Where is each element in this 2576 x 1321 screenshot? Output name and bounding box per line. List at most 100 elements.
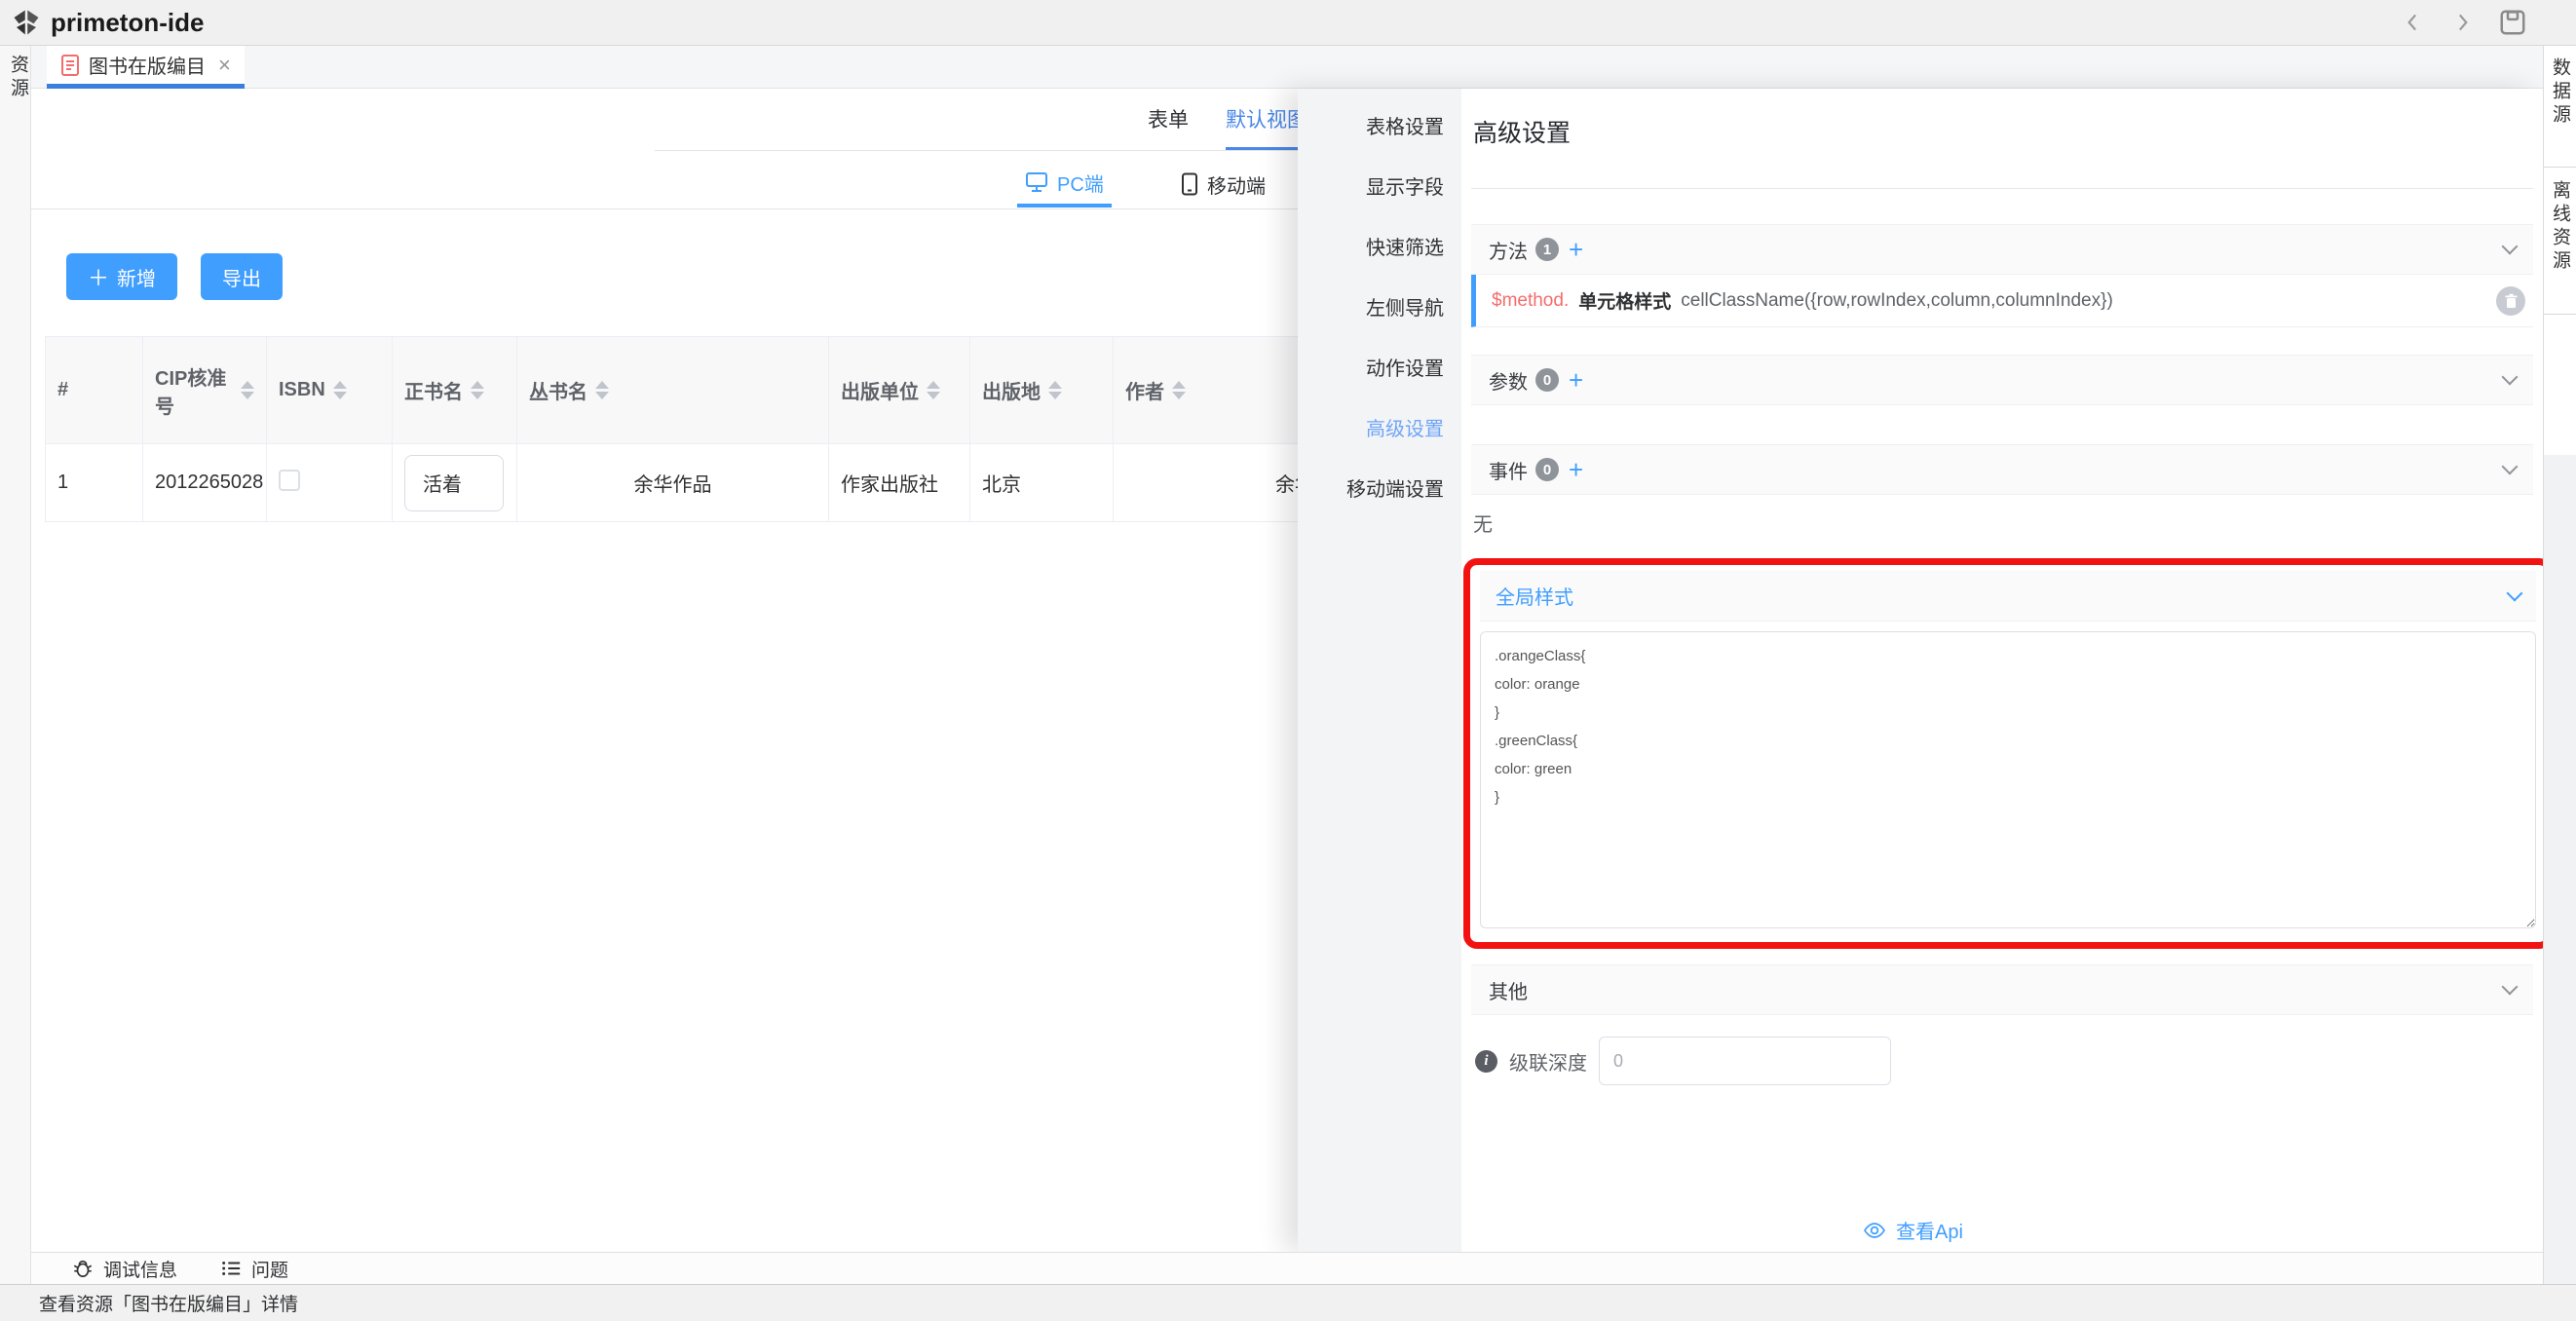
eye-icon	[1863, 1219, 1886, 1242]
sort-icon[interactable]	[241, 381, 254, 399]
app-title: primeton-ide	[51, 8, 204, 38]
isbn-checkbox[interactable]	[279, 470, 300, 491]
view-tabs: 表单 默认视图	[1148, 104, 1307, 150]
tab-book-catalog[interactable]: 图书在版编目 ×	[47, 46, 245, 89]
cell-place: 北京	[970, 444, 1114, 522]
list-icon	[220, 1258, 242, 1279]
add-param-icon[interactable]: +	[1569, 367, 1583, 393]
sort-icon[interactable]	[1172, 381, 1186, 399]
sort-icon[interactable]	[927, 381, 940, 399]
column-header-series[interactable]: 丛书名	[517, 337, 829, 444]
tab-mobile[interactable]: 移动端	[1173, 161, 1273, 208]
highlight-annotation-box: 全局样式 .orangeClass{ color: orange } .gree…	[1463, 558, 2553, 949]
column-header-cip[interactable]: CIP核准号	[143, 337, 267, 444]
sort-icon[interactable]	[595, 381, 609, 399]
tab-bar: 图书在版编目 ×	[31, 46, 2543, 89]
toolbar: ＋ 新增 导出	[66, 253, 283, 300]
cascade-depth-row: i 级联深度	[1471, 1037, 2533, 1085]
debug-bar: 调试信息 问题	[31, 1252, 2543, 1284]
delete-method-button[interactable]	[2496, 286, 2525, 316]
app-logo	[12, 8, 41, 37]
menu-item-left-nav[interactable]: 左侧导航	[1298, 276, 1461, 336]
bug-icon	[72, 1258, 94, 1279]
tab-pc-label: PC端	[1057, 169, 1104, 197]
sidebar-item-datasource[interactable]: 数据源	[2544, 46, 2576, 168]
chevron-down-icon[interactable]	[2502, 239, 2519, 255]
sidebar-filler	[2544, 455, 2576, 1284]
title-bar: primeton-ide	[0, 0, 2576, 46]
section-params[interactable]: 参数 0 +	[1471, 355, 2533, 405]
tab-form[interactable]: 表单	[1148, 104, 1189, 150]
cell-title	[393, 444, 517, 522]
column-header-publisher[interactable]: 出版单位	[829, 337, 970, 444]
forward-icon[interactable]	[2449, 10, 2475, 35]
menu-item-quick-filter[interactable]: 快速筛选	[1298, 215, 1461, 276]
menu-item-table-settings[interactable]: 表格设置	[1298, 94, 1461, 155]
chevron-down-icon[interactable]	[2502, 979, 2519, 996]
column-header-title[interactable]: 正书名	[393, 337, 517, 444]
column-header-index: #	[46, 337, 143, 444]
section-events[interactable]: 事件 0 +	[1471, 444, 2533, 495]
menu-item-display-fields[interactable]: 显示字段	[1298, 155, 1461, 215]
view-api-link[interactable]: 查看Api	[1863, 1216, 1963, 1244]
sidebar-item-resources[interactable]: 资源	[5, 55, 31, 101]
table-header-row: # CIP核准号 ISBN 正书名 丛	[46, 337, 1507, 444]
cell-cip: 2012265028	[143, 444, 267, 522]
section-global-style[interactable]: 全局样式	[1480, 571, 2536, 622]
status-text: 查看资源「图书在版编目」详情	[39, 1290, 298, 1316]
debug-info-button[interactable]: 调试信息	[72, 1256, 177, 1282]
back-icon[interactable]	[2401, 10, 2426, 35]
methods-count-badge: 1	[1535, 238, 1559, 261]
table-row[interactable]: 1 2012265028 余华作品 作家出版社 北京 余华, 著	[46, 444, 1507, 522]
global-style-textarea[interactable]: .orangeClass{ color: orange } .greenClas…	[1480, 631, 2536, 928]
sort-icon[interactable]	[471, 381, 484, 399]
tab-default-view[interactable]: 默认视图	[1226, 104, 1307, 150]
events-count-badge: 0	[1535, 458, 1559, 481]
phone-icon	[1181, 172, 1198, 196]
sort-icon[interactable]	[333, 381, 347, 399]
method-item[interactable]: $method. 单元格样式 cellClassName({row,rowInd…	[1471, 275, 2533, 327]
sidebar-item-offline-resources[interactable]: 离线资源	[2544, 168, 2576, 315]
cell-publisher: 作家出版社	[829, 444, 970, 522]
settings-menu: 表格设置 显示字段 快速筛选 左侧导航 动作设置 高级设置 移动端设置	[1298, 89, 1461, 1252]
panel-title: 高级设置	[1473, 114, 2533, 149]
status-bar: 查看资源「图书在版编目」详情	[0, 1284, 2576, 1321]
tab-mobile-label: 移动端	[1207, 170, 1266, 199]
save-icon[interactable]	[2498, 8, 2527, 37]
column-header-isbn[interactable]: ISBN	[267, 337, 393, 444]
cascade-depth-label: 级联深度	[1509, 1047, 1587, 1076]
tab-pc[interactable]: PC端	[1017, 161, 1112, 208]
menu-item-advanced-settings[interactable]: 高级设置	[1298, 396, 1461, 457]
method-name: 单元格样式	[1578, 287, 1671, 314]
column-header-place[interactable]: 出版地	[970, 337, 1114, 444]
chevron-down-icon[interactable]	[2507, 585, 2523, 601]
params-count-badge: 0	[1535, 368, 1559, 392]
issues-button[interactable]: 问题	[220, 1256, 288, 1282]
chevron-down-icon[interactable]	[2502, 459, 2519, 475]
section-other[interactable]: 其他	[1471, 964, 2533, 1015]
settings-drawer: 表格设置 显示字段 快速筛选 左侧导航 动作设置 高级设置 移动端设置 高级设置…	[1298, 89, 2543, 1252]
right-sidebar: 数据源 离线资源	[2543, 46, 2576, 1284]
add-event-icon[interactable]: +	[1569, 457, 1583, 482]
document-icon	[60, 54, 80, 77]
chevron-down-icon[interactable]	[2502, 369, 2519, 386]
export-button[interactable]: 导出	[201, 253, 283, 300]
close-icon[interactable]: ×	[218, 55, 231, 76]
cascade-depth-input[interactable]	[1599, 1037, 1891, 1085]
add-method-icon[interactable]: +	[1569, 237, 1583, 262]
data-table: # CIP核准号 ISBN 正书名 丛	[45, 336, 1507, 522]
app-window: primeton-ide 资源 图书在版编目	[0, 0, 2576, 1321]
device-tabs: PC端 移动端	[31, 157, 1337, 209]
add-button[interactable]: ＋ 新增	[66, 253, 177, 300]
menu-item-action-settings[interactable]: 动作设置	[1298, 336, 1461, 396]
cell-index: 1	[46, 444, 143, 522]
events-empty-text: 无	[1473, 509, 2533, 537]
divider	[1471, 188, 2533, 189]
menu-item-mobile-settings[interactable]: 移动端设置	[1298, 457, 1461, 517]
sort-icon[interactable]	[1048, 381, 1062, 399]
tab-label: 图书在版编目	[89, 51, 206, 79]
section-methods[interactable]: 方法 1 +	[1471, 224, 2533, 275]
divider	[655, 150, 1337, 151]
method-signature: cellClassName({row,rowIndex,column,colum…	[1681, 290, 2113, 312]
title-input[interactable]	[404, 455, 504, 511]
